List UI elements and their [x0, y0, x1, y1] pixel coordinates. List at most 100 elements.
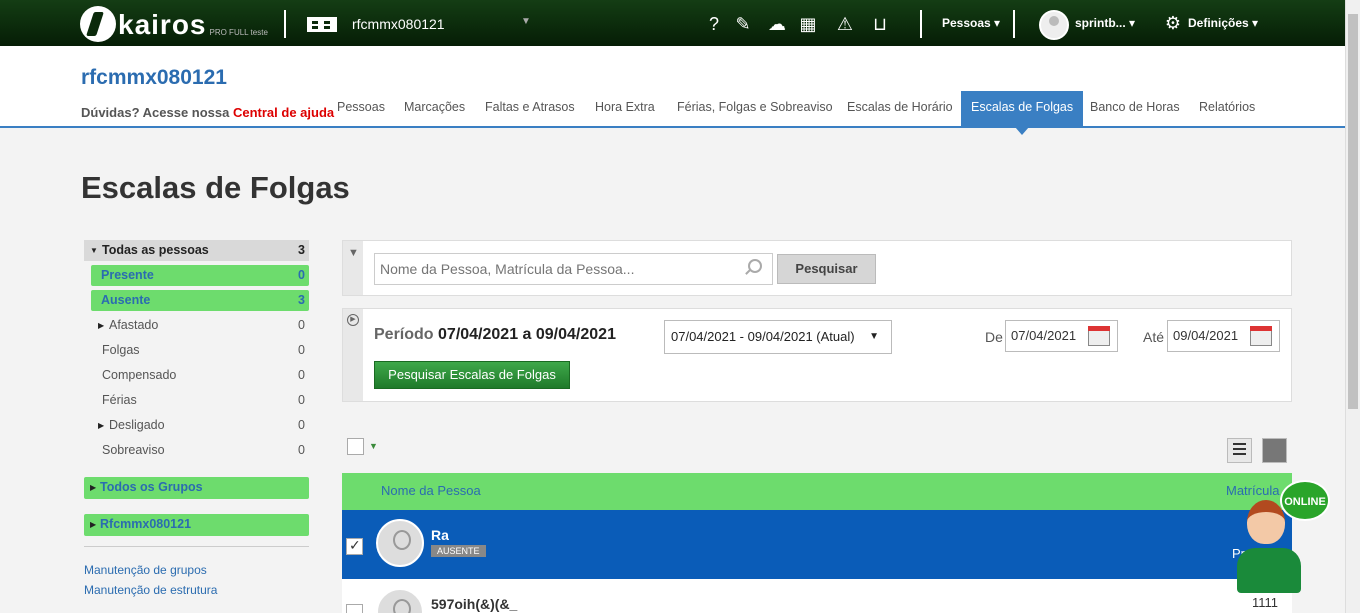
period-panel: ▶ Período 07/04/2021 a 09/04/2021 07/04/…	[342, 308, 1292, 402]
caret-right-icon[interactable]: ▶	[98, 415, 104, 436]
grid-view-icon[interactable]	[1262, 438, 1287, 463]
sidebar-item-label: Folgas	[102, 343, 140, 357]
table-row[interactable]: ✓ Ra AUSENTE Pr	[342, 510, 1292, 579]
divider	[284, 10, 286, 38]
person-matricula: 1111	[1252, 595, 1279, 610]
support-agent-icon[interactable]	[1247, 500, 1285, 544]
person-name[interactable]: 597oih(&)(&_	[431, 596, 517, 612]
divider	[84, 546, 309, 547]
sidebar-item-count: 3	[298, 293, 305, 307]
sidebar-item-desligado[interactable]: ▶ Desligado 0	[84, 415, 309, 436]
filter-strip[interactable]: ▼	[343, 241, 363, 295]
person-name[interactable]: Ra	[431, 527, 449, 543]
search-button[interactable]: Pesquisar	[777, 254, 876, 284]
de-date-input[interactable]: 07/04/2021	[1005, 320, 1118, 352]
kairos-logo-icon	[80, 6, 116, 42]
tab-relatorios[interactable]: Relatórios	[1189, 91, 1265, 126]
inbox-icon[interactable]: ⊔	[869, 13, 891, 35]
support-agent-body[interactable]	[1237, 548, 1301, 593]
help-center-link[interactable]: Central de ajuda	[233, 105, 334, 120]
search-icon[interactable]	[748, 259, 762, 273]
scrollbar[interactable]	[1345, 0, 1360, 613]
kairos-logo[interactable]: kairos PRO FULL teste	[80, 4, 268, 42]
sidebar-item-count: 0	[298, 418, 305, 432]
select-all-checkbox[interactable]	[347, 438, 364, 455]
chevron-down-icon[interactable]: ▼	[521, 16, 531, 27]
search-input[interactable]	[374, 253, 773, 285]
sidebar-item-count: 0	[298, 393, 305, 407]
cloud-icon[interactable]: ☁	[766, 13, 788, 35]
help-icon[interactable]: ?	[703, 13, 725, 35]
sidebar-item-label: Compensado	[102, 368, 177, 382]
caret-right-icon[interactable]: ▶	[98, 315, 104, 336]
sidebar-item-count: 3	[298, 243, 305, 257]
warning-icon[interactable]: ⚠	[834, 13, 856, 35]
divider	[1013, 10, 1015, 38]
tab-escalas-folgas[interactable]: Escalas de Folgas	[961, 91, 1084, 135]
sidebar-item-ausente[interactable]: Ausente 3	[91, 290, 309, 311]
caret-right-icon: ▶	[90, 483, 97, 492]
sidebar-item-afastado[interactable]: ▶ Afastado 0	[84, 315, 309, 336]
online-chat-badge[interactable]: ONLINE	[1280, 480, 1330, 521]
user-avatar[interactable]	[1039, 10, 1069, 40]
tab-faltas-atrasos[interactable]: Faltas e Atrasos	[475, 91, 585, 126]
de-label: De	[985, 329, 1003, 345]
sidebar-item-compensado[interactable]: Compensado 0	[84, 365, 309, 386]
group-maintenance-link[interactable]: Manutenção de grupos	[84, 563, 207, 577]
sidebar-all-people[interactable]: ▼ Todas as pessoas 3	[84, 240, 309, 261]
sidebar-item-label: Desligado	[109, 418, 165, 432]
tab-banco-horas[interactable]: Banco de Horas	[1080, 91, 1190, 126]
list-view-icon[interactable]	[1227, 438, 1252, 463]
sidebar-group-rfcmmx[interactable]: ▶ Rfcmmx080121	[84, 514, 309, 536]
pessoas-menu[interactable]: Pessoas ▾	[942, 16, 1000, 30]
sidebar-item-count: 0	[298, 368, 305, 382]
chevron-down-icon: ▼	[869, 331, 879, 342]
tab-ferias-folgas-sobreaviso[interactable]: Férias, Folgas e Sobreaviso	[667, 91, 843, 126]
row-checkbox[interactable]	[346, 604, 363, 613]
tab-escalas-horario[interactable]: Escalas de Horário	[837, 91, 963, 126]
col-name-header[interactable]: Nome da Pessoa	[381, 483, 481, 498]
structure-maintenance-link[interactable]: Manutenção de estrutura	[84, 583, 217, 597]
sidebar-item-ferias[interactable]: Férias 0	[84, 390, 309, 411]
settings-menu[interactable]: Definições ▾	[1188, 16, 1258, 30]
chevron-down-icon[interactable]: ▼	[369, 441, 378, 451]
sidebar-item-presente[interactable]: Presente 0	[91, 265, 309, 286]
company-icon	[307, 17, 337, 32]
feedback-icon[interactable]: ✎	[732, 13, 754, 35]
gear-icon[interactable]: ⚙	[1162, 12, 1184, 34]
calendar-icon[interactable]	[1088, 326, 1110, 346]
period-strip[interactable]: ▶	[343, 309, 363, 401]
scrollbar-thumb[interactable]	[1348, 14, 1358, 409]
tab-marcacoes[interactable]: Marcações	[394, 91, 475, 126]
table-row[interactable]: 597oih(&)(&_ 1111	[342, 579, 1292, 613]
user-menu[interactable]: sprintb... ▾	[1075, 16, 1135, 30]
page-header: rfcmmx080121 Dúvidas? Acesse nossa Centr…	[0, 46, 1345, 135]
row-checkbox[interactable]: ✓	[346, 537, 363, 555]
sidebar-item-label: Todas as pessoas	[102, 243, 209, 257]
sidebar-item-sobreaviso[interactable]: Sobreaviso 0	[84, 440, 309, 461]
search-panel: ▼ Pesquisar	[342, 240, 1292, 296]
status-badge: AUSENTE	[431, 545, 486, 557]
sidebar-item-count: 0	[298, 318, 305, 332]
ate-date-input[interactable]: 09/04/2021	[1167, 320, 1280, 352]
company-selector[interactable]: rfcmmx080121	[352, 16, 445, 32]
calendar-icon[interactable]	[1250, 326, 1272, 346]
sidebar-group-todos[interactable]: ▶ Todos os Grupos	[84, 477, 309, 499]
calculator-icon[interactable]: ▦	[797, 13, 819, 35]
ate-label: Até	[1143, 329, 1165, 345]
logo-subtitle: PRO FULL teste	[209, 28, 268, 37]
top-bar: kairos PRO FULL teste rfcmmx080121 ▼ ? ✎…	[0, 0, 1345, 46]
play-icon: ▶	[347, 314, 359, 326]
sidebar-item-folgas[interactable]: Folgas 0	[84, 340, 309, 361]
sidebar-item-count: 0	[298, 443, 305, 457]
group-label: Todos os Grupos	[100, 480, 203, 494]
tab-pessoas[interactable]: Pessoas	[327, 91, 395, 126]
list-header: Nome da Pessoa Matrícula	[342, 473, 1292, 510]
person-avatar	[376, 519, 424, 567]
tab-hora-extra[interactable]: Hora Extra	[585, 91, 665, 126]
period-title: Período 07/04/2021 a 09/04/2021	[374, 326, 616, 343]
search-escalas-button[interactable]: Pesquisar Escalas de Folgas	[374, 361, 570, 389]
col-matricula-header[interactable]: Matrícula	[1226, 483, 1279, 498]
period-select[interactable]: 07/04/2021 - 09/04/2021 (Atual) ▼	[664, 320, 892, 354]
help-text: Dúvidas? Acesse nossa Central de ajuda	[81, 105, 335, 120]
